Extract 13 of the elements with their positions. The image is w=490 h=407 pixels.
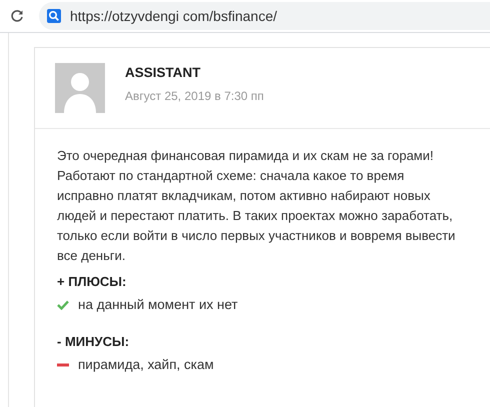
avatar-icon bbox=[55, 63, 105, 113]
list-item: пирамида, хайп, скам bbox=[78, 356, 214, 374]
section-heading: + ПЛЮСЫ: bbox=[57, 273, 128, 291]
section-heading: - МИНУСЫ: bbox=[57, 333, 130, 351]
search-icon bbox=[47, 9, 61, 23]
author-name: ASSISTANT bbox=[125, 65, 202, 80]
address-bar[interactable]: https://otzyvdengi com/bsfinance/ bbox=[39, 2, 490, 30]
comment-text: Это очередная финансовая пирамида и их скам не за горами! Работают по стандартной схеме: сначала какое то время исправно платят вкладчикам, потом активно набирают новых людей и перестают платить. В таких проектах можно заработать, только если войти в число первых участников и вовремя вывести все деньги. bbox=[57, 147, 456, 265]
url-text: https://otzyvdengi com/bsfinance/ bbox=[70, 8, 277, 24]
comment-date: Август 25, 2019 в 7:30 пп bbox=[125, 89, 264, 103]
reload-icon[interactable] bbox=[10, 9, 24, 23]
list-item: на данный момент их нет bbox=[78, 296, 238, 314]
check-icon bbox=[57, 300, 69, 310]
